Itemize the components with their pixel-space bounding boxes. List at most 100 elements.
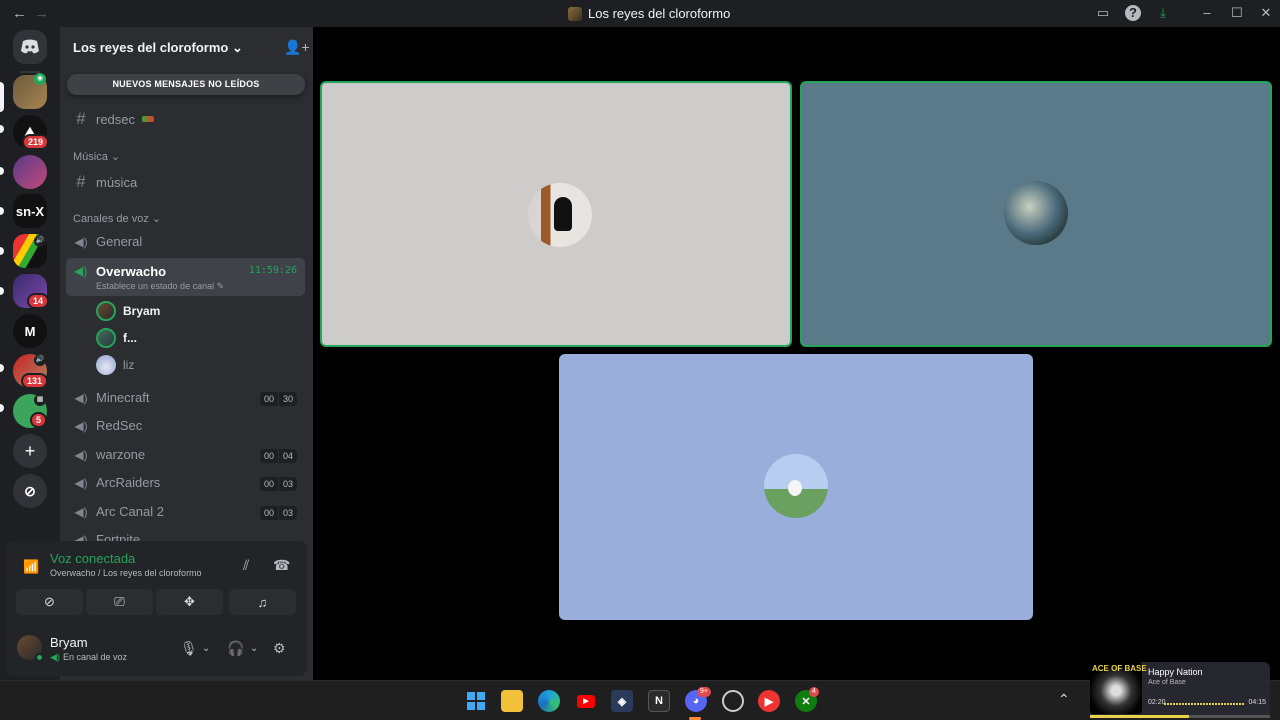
channel-timer-pills: 00 03 — [259, 477, 297, 491]
voice-connected-title[interactable]: Voz conectada — [50, 551, 135, 566]
avatar — [96, 355, 116, 375]
close-icon[interactable]: ✕ — [1258, 5, 1274, 21]
speaker-icon: ◀) — [74, 390, 88, 405]
song-title: Happy Nation — [1148, 667, 1203, 677]
voice-member[interactable]: f... — [96, 328, 137, 348]
avatar-figure — [554, 197, 572, 231]
server-name-header[interactable]: Los reyes del cloroformo ⌄ — [73, 40, 243, 56]
voice-channel-general[interactable]: ◀) General — [73, 234, 142, 249]
unread-indicator — [0, 207, 4, 215]
media-widget[interactable]: ACE OF BASE Happy Nation Ace of Base 02:… — [1090, 662, 1270, 718]
soundboard-button[interactable]: ♫ — [229, 589, 296, 615]
signal-icon[interactable]: 📶 — [23, 559, 39, 575]
hashtag-icon: # — [76, 172, 86, 191]
speaker-icon: ◀) — [50, 652, 60, 662]
screen-share-icon: ⎚ — [114, 594, 125, 609]
voice-channel-overwacho[interactable]: ◀) Overwacho 11:59:26 Establece un estad… — [66, 258, 305, 296]
speaker-icon: ◀) — [74, 264, 88, 278]
pencil-icon: ✎ — [216, 281, 225, 291]
user-status: En canal de voz — [63, 652, 128, 662]
voice-member[interactable]: Bryam — [96, 301, 160, 321]
activities-button[interactable]: ✥ — [156, 589, 223, 615]
minimize-icon[interactable]: – — [1199, 5, 1215, 21]
voice-channel-warzone[interactable]: ◀) warzone — [73, 447, 145, 462]
gear-icon[interactable]: ⚙ — [273, 640, 286, 657]
davinci-resolve-icon[interactable]: ◈ — [611, 690, 633, 712]
disconnect-icon[interactable]: ☎ — [273, 557, 290, 574]
unread-indicator — [0, 287, 4, 295]
discord-badge: 9+ — [697, 687, 711, 697]
unread-messages-banner[interactable]: NUEVOS MENSAJES NO LEÍDOS — [67, 74, 305, 95]
chevron-down-icon[interactable]: ⌄ — [202, 643, 210, 654]
arrow-left-icon[interactable]: ← — [12, 5, 27, 22]
discord-home-icon[interactable] — [13, 30, 47, 64]
channel-timer-pills: 00 03 — [259, 506, 297, 520]
soundboard-icon: ♫ — [257, 594, 268, 610]
flag-icon — [142, 116, 155, 122]
file-explorer-icon[interactable] — [501, 690, 523, 712]
voice-connected-subtitle[interactable]: Overwacho / Los reyes del cloroformo — [50, 568, 202, 578]
voice-channel-arc-canal-2[interactable]: ◀) Arc Canal 2 — [73, 504, 164, 519]
voice-channel-minecraft[interactable]: ◀) Minecraft — [73, 390, 149, 405]
screen-share-button[interactable]: ⎚ — [86, 589, 153, 615]
server-7-icon[interactable]: M — [13, 314, 47, 348]
maximize-icon[interactable]: ☐ — [1229, 5, 1245, 21]
arrow-right-icon[interactable]: → — [34, 5, 49, 22]
notion-icon[interactable]: N — [648, 690, 670, 712]
media-progress-bar[interactable] — [1090, 715, 1270, 718]
voice-connected-panel: 📶 Voz conectada Overwacho / Los reyes de… — [6, 541, 307, 621]
participant-avatar — [1004, 181, 1068, 245]
invite-people-icon[interactable]: 👤+ — [284, 39, 310, 56]
category-voice[interactable]: Canales de voz ⌄ — [73, 212, 161, 225]
song-artist: Ace of Base — [1148, 679, 1186, 686]
unread-indicator — [0, 167, 4, 175]
discover-icon[interactable]: ⊘ — [13, 474, 47, 508]
camera-off-button[interactable]: ⊘ — [16, 589, 83, 615]
voice-member[interactable]: liz — [96, 355, 134, 375]
unread-indicator — [0, 247, 4, 255]
media-progress-fill — [1090, 715, 1189, 718]
username[interactable]: Bryam — [50, 635, 88, 650]
video-tile-2[interactable] — [800, 81, 1272, 347]
server-icon — [568, 6, 582, 21]
elapsed-time: 02:20 — [1148, 699, 1166, 706]
channel-timer-pills: 00 30 — [259, 392, 297, 406]
music-player-icon[interactable]: ▶ — [758, 690, 780, 712]
system-tray-chevron-icon[interactable]: ⌃ — [1058, 691, 1070, 708]
channel-status[interactable]: Establece un estado de canal ✎ — [96, 281, 224, 292]
help-icon[interactable]: ? — [1125, 5, 1141, 21]
discord-window: ← → Los reyes del cloroformo ▭ ? ⤓ – ☐ ✕… — [0, 0, 1280, 680]
download-icon[interactable]: ⤓ — [1155, 5, 1171, 21]
youtube-icon[interactable]: ▶ — [575, 690, 597, 712]
voice-channel-redsec[interactable]: ◀) RedSec — [73, 418, 142, 433]
add-server-icon[interactable]: + — [13, 434, 47, 468]
unread-indicator — [0, 364, 4, 372]
headphones-icon[interactable]: 🎧 — [227, 640, 244, 657]
start-icon[interactable] — [465, 690, 487, 712]
category-musica[interactable]: Música ⌄ — [73, 150, 120, 163]
edge-browser-icon[interactable] — [538, 690, 560, 712]
speaker-icon: ◀) — [74, 475, 88, 490]
speaker-icon: ◀) — [74, 504, 88, 519]
camera-off-icon: ⊘ — [44, 594, 55, 609]
inbox-icon[interactable]: ▭ — [1095, 5, 1111, 21]
voice-indicator-icon: ◉ — [34, 73, 46, 85]
server-6-badge: 14 — [27, 293, 50, 309]
server-4-icon[interactable]: sn-X — [13, 194, 47, 228]
channel-musica[interactable]: # música — [73, 172, 137, 192]
video-tile-3[interactable] — [559, 354, 1033, 620]
voice-channel-arcraiders[interactable]: ◀) ArcRaiders — [73, 475, 160, 490]
waveform — [1164, 703, 1244, 705]
chevron-down-icon[interactable]: ⌄ — [250, 643, 258, 654]
obs-icon[interactable] — [722, 690, 744, 712]
video-tile-1[interactable] — [320, 81, 792, 347]
hashtag-icon: # — [76, 109, 86, 128]
server-3-icon[interactable] — [13, 155, 47, 189]
server-2-badge: 219 — [22, 134, 50, 150]
channel-redsec[interactable]: # redsec — [73, 109, 155, 129]
chevron-down-icon: ⌄ — [231, 40, 243, 55]
online-status-icon — [35, 653, 44, 662]
microphone-icon[interactable]: 🎙 — [180, 640, 198, 657]
activities-icon: ✥ — [184, 594, 195, 609]
noise-suppression-icon[interactable]: ⫽ — [243, 557, 249, 574]
